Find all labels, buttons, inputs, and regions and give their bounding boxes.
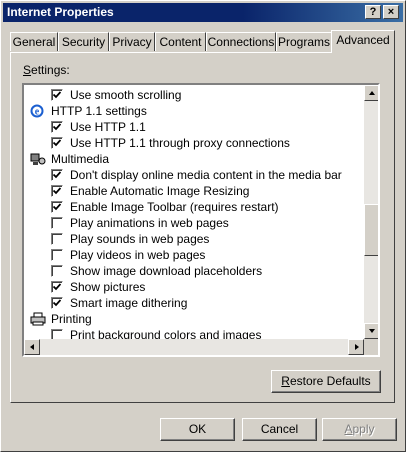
printer-icon [30,312,46,326]
option-label: Play videos in web pages [70,248,206,262]
tab-general[interactable]: General [10,32,58,51]
apply-button[interactable]: Apply [322,418,397,441]
tab-connections[interactable]: Connections [206,32,276,51]
scroll-thumb[interactable] [364,204,378,256]
settings-listbox[interactable]: Use smooth scrolling e HTTP 1.1 settings Us… [22,83,380,357]
option-label: Enable Image Toolbar (requires restart) [70,200,279,214]
group-label: Multimedia [51,152,110,166]
option-label: Enable Automatic Image Resizing [70,184,250,198]
settings-label: Settings: [23,63,70,77]
arrow-right-icon [355,344,359,350]
checkbox-checked[interactable] [51,201,63,213]
arrow-left-icon [30,344,34,350]
checkbox-checked[interactable] [51,121,63,133]
group-label: Printing [51,312,92,326]
checkbox-checked[interactable] [51,281,63,293]
option-label: Use smooth scrolling [70,88,182,102]
scroll-right-button[interactable] [348,339,364,355]
checkbox-unchecked[interactable] [51,249,63,261]
option-label: Show pictures [70,280,146,294]
option-label: Play sounds in web pages [70,232,210,246]
scroll-up-button[interactable] [364,85,378,101]
option-label: Play animations in web pages [70,216,229,230]
option-label: Smart image dithering [70,296,188,310]
scroll-down-button[interactable] [364,323,378,339]
checkbox-unchecked[interactable] [51,233,63,245]
help-button[interactable]: ? [365,5,381,19]
option-label: Use HTTP 1.1 through proxy connections [70,136,290,150]
group-label: HTTP 1.1 settings [51,104,147,118]
scroll-corner [364,339,378,355]
checkbox-unchecked[interactable] [51,217,63,229]
tab-advanced[interactable]: Advanced [331,30,395,53]
window-title: Internet Properties [7,5,114,19]
option-label: Don't display online media content in th… [70,168,342,182]
close-button[interactable]: × [383,5,399,19]
cancel-button[interactable]: Cancel [242,418,317,441]
checkbox-checked[interactable] [51,137,63,149]
tab-content[interactable]: Content [155,32,206,51]
checkbox-checked[interactable] [51,89,63,101]
svg-text:e: e [35,107,40,118]
title-bar[interactable]: Internet Properties ? × [3,3,403,22]
tab-privacy[interactable]: Privacy [109,32,155,51]
horizontal-scrollbar[interactable] [24,339,364,355]
restore-defaults-button[interactable]: Restore Defaults [271,370,381,393]
checkbox-checked[interactable] [51,185,63,197]
checkbox-checked[interactable] [51,169,63,181]
ie-globe-icon: e [30,104,44,118]
vertical-scrollbar[interactable] [364,85,378,339]
multimedia-icon [30,152,46,166]
ok-button[interactable]: OK [160,418,235,441]
checkbox-checked[interactable] [51,297,63,309]
arrow-down-icon [369,329,375,333]
tab-programs[interactable]: Programs [276,32,332,51]
scroll-left-button[interactable] [24,339,40,355]
tab-security[interactable]: Security [58,32,109,51]
arrow-up-icon [369,91,375,95]
option-label: Use HTTP 1.1 [70,120,146,134]
checkbox-unchecked[interactable] [51,265,63,277]
option-label: Show image download placeholders [70,264,263,278]
